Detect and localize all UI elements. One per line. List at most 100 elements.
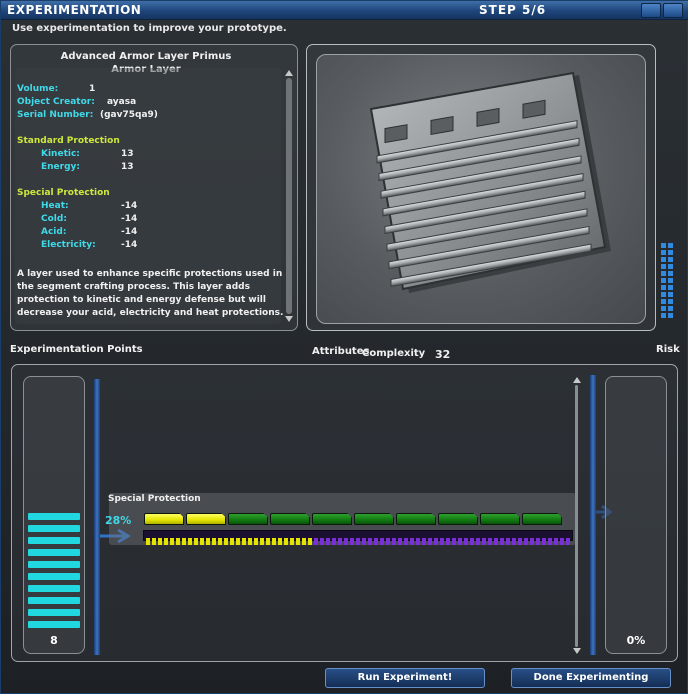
progress-cell <box>560 538 564 545</box>
attribute-segment[interactable] <box>396 513 436 525</box>
progress-cell <box>236 538 240 545</box>
attribute-segment[interactable] <box>186 513 226 525</box>
attributes-scroll-down-icon[interactable] <box>573 648 581 654</box>
progress-cell <box>464 538 468 545</box>
scroll-down-arrow-icon[interactable] <box>285 316 293 322</box>
close-button[interactable] <box>663 3 683 18</box>
progress-cell <box>398 538 402 545</box>
scroll-up-arrow-icon[interactable] <box>285 70 293 76</box>
item-info-panel: Advanced Armor Layer Primus Armor Layer … <box>10 44 298 331</box>
risk-header: Risk <box>656 344 680 355</box>
item-preview-viewport[interactable] <box>316 54 646 324</box>
progress-cell <box>272 538 276 545</box>
side-meter-icon <box>661 243 673 318</box>
points-bar <box>28 549 80 556</box>
attributes-scroll-up-icon[interactable] <box>573 377 581 383</box>
experimentation-points-box: 8 <box>23 376 85 654</box>
volume-label: Volume: <box>17 84 59 94</box>
points-bar <box>28 561 80 568</box>
window-title: EXPERIMENTATION <box>7 3 142 17</box>
item-preview-panel: Complexity 32 <box>306 44 656 361</box>
attribute-segment[interactable] <box>144 513 184 525</box>
progress-cell <box>170 538 174 545</box>
progress-cell <box>458 538 462 545</box>
experiment-panel: 8 Special Protection 28% 0% <box>11 364 678 662</box>
volume-value: 1 <box>89 84 96 94</box>
acid-label: Acid: <box>41 227 67 237</box>
electricity-label: Electricity: <box>41 240 96 250</box>
progress-cell <box>494 538 498 545</box>
attribute-segment[interactable] <box>228 513 268 525</box>
points-bar <box>28 621 80 628</box>
attribute-segment[interactable] <box>480 513 520 525</box>
attribute-segment[interactable] <box>354 513 394 525</box>
points-value: 8 <box>50 634 58 647</box>
electricity-value: -14 <box>121 240 138 250</box>
progress-cell <box>404 538 408 545</box>
progress-cell <box>476 538 480 545</box>
progress-cell <box>518 538 522 545</box>
progress-cell <box>344 538 348 545</box>
points-bar <box>28 609 80 616</box>
progress-cell <box>446 538 450 545</box>
info-scrollbar[interactable] <box>286 78 292 314</box>
progress-cell <box>554 538 558 545</box>
attribute-segment[interactable] <box>438 513 478 525</box>
item-description: A layer used to enhance specific protect… <box>17 269 284 318</box>
progress-cell <box>188 538 192 545</box>
heat-value: -14 <box>121 201 138 211</box>
progress-cell <box>200 538 204 545</box>
run-experiment-button[interactable]: Run Experiment! <box>325 668 485 688</box>
progress-cell <box>290 538 294 545</box>
progress-cell <box>368 538 372 545</box>
progress-cell <box>428 538 432 545</box>
attributes-scrollbar[interactable] <box>575 385 578 647</box>
points-bar <box>28 537 80 544</box>
attribute-segment[interactable] <box>312 513 352 525</box>
progress-cell <box>254 538 258 545</box>
points-bar <box>28 573 80 580</box>
complexity-label: Complexity <box>362 348 426 359</box>
minimize-button[interactable] <box>641 3 661 18</box>
progress-cell <box>566 538 570 545</box>
progress-cell <box>434 538 438 545</box>
complexity-value: 32 <box>435 348 451 361</box>
progress-cell <box>524 538 528 545</box>
standard-protection-header: Standard Protection <box>17 136 120 146</box>
progress-cell <box>182 538 186 545</box>
progress-cell <box>314 538 318 545</box>
acid-value: -14 <box>121 227 138 237</box>
progress-cell <box>266 538 270 545</box>
progress-cell <box>416 538 420 545</box>
points-bar <box>28 513 80 520</box>
progress-cell <box>500 538 504 545</box>
progress-cell <box>410 538 414 545</box>
left-divider-bar <box>94 379 100 655</box>
progress-cell <box>164 538 168 545</box>
attribute-segment[interactable] <box>522 513 562 525</box>
progress-cell <box>146 538 150 545</box>
progress-cell <box>542 538 546 545</box>
progress-cell <box>158 538 162 545</box>
progress-cell <box>470 538 474 545</box>
progress-cell <box>536 538 540 545</box>
progress-cell <box>278 538 282 545</box>
done-experimenting-button[interactable]: Done Experimenting <box>511 668 671 688</box>
progress-cell <box>152 538 156 545</box>
progress-cell <box>362 538 366 545</box>
progress-cell <box>224 538 228 545</box>
title-bar[interactable]: EXPERIMENTATION STEP 5/6 <box>1 1 688 20</box>
serial-label: Serial Number: <box>17 110 94 120</box>
item-name: Advanced Armor Layer Primus <box>60 51 232 62</box>
attribute-progress-fill <box>146 538 570 545</box>
progress-cell <box>194 538 198 545</box>
progress-cell <box>422 538 426 545</box>
progress-cell <box>482 538 486 545</box>
cold-value: -14 <box>121 214 138 224</box>
progress-cell <box>308 538 312 545</box>
experimentation-points-header: Experimentation Points <box>10 344 143 355</box>
attribute-segment[interactable] <box>270 513 310 525</box>
special-protection-header: Special Protection <box>17 188 110 198</box>
progress-cell <box>386 538 390 545</box>
progress-cell <box>452 538 456 545</box>
